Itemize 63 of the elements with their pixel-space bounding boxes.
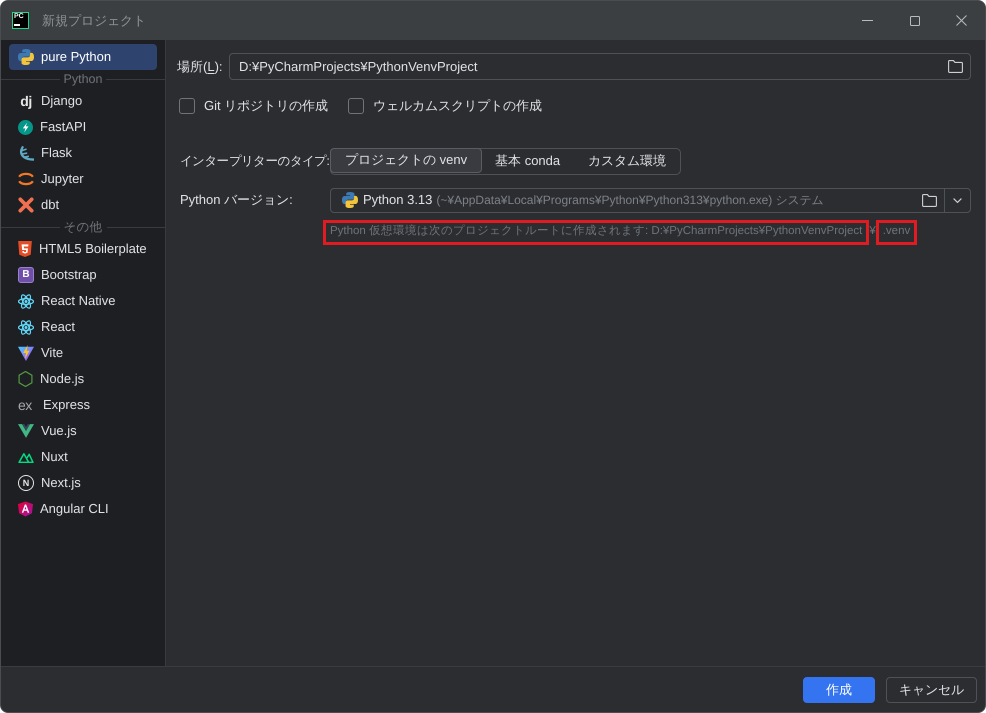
swoosh-icon — [18, 146, 34, 160]
letters-icon: dj — [18, 94, 34, 108]
checkbox-label: ウェルカムスクリプトの作成 — [373, 97, 542, 115]
checkbox[interactable] — [179, 98, 195, 114]
hexagon-icon — [18, 371, 33, 387]
checkbox[interactable] — [348, 98, 364, 114]
vee-icon — [18, 424, 34, 438]
highlighted-hint-text: Python 仮想環境は次のプロジェクトルートに作成されます: D:¥PyCharmProjects¥PythonVenvProject — [323, 220, 870, 244]
sidebar-item[interactable]: FastAPI — [9, 114, 157, 140]
bolt-triangle-icon — [18, 345, 34, 361]
minimize-icon — [862, 20, 873, 21]
sidebar-item[interactable]: React Native — [9, 288, 157, 314]
python-logo-icon — [18, 49, 34, 65]
section-header: その他 — [62, 220, 104, 234]
interpreter-type-label: インタープリターのタイプ: — [180, 152, 330, 170]
create-button[interactable]: 作成 — [803, 676, 875, 702]
highlighted-hint-text: .venv — [876, 220, 918, 244]
sidebar-item[interactable]: ex Express — [9, 392, 157, 418]
location-field[interactable]: D:¥PyCharmProjects¥PythonVenvProject — [229, 53, 971, 80]
shield-icon — [18, 241, 32, 257]
python-path-text: (~¥AppData¥Local¥Programs¥Python¥Python313¥python.exe) システム — [436, 192, 824, 209]
checkbox-label: Git リポジトリの作成 — [204, 97, 328, 115]
letters-icon: ex — [18, 398, 36, 412]
python-version-dropdown[interactable]: Python 3.13 (~¥AppData¥Local¥Programs¥Python¥Python313¥python.exe) システム — [330, 188, 971, 212]
atom-icon — [18, 294, 34, 308]
shield-icon — [18, 501, 33, 517]
sidebar-item[interactable]: React — [9, 314, 157, 340]
python-logo-icon — [342, 192, 358, 208]
atom-icon — [18, 320, 34, 334]
interpreter-type-tab[interactable]: プロジェクトの venv — [330, 148, 482, 172]
bolt-icon — [18, 120, 33, 134]
sidebar-item[interactable]: dj Django — [9, 88, 157, 114]
mountain-icon — [18, 451, 34, 463]
sidebar-item[interactable]: Vite — [9, 340, 157, 366]
arcs-icon — [18, 172, 34, 186]
cancel-button[interactable]: キャンセル — [886, 676, 977, 702]
sidebar-item[interactable]: Vue.js — [9, 418, 157, 444]
window-title: 新規プロジェクト — [42, 12, 146, 30]
python-version-text: Python 3.13 — [363, 191, 432, 210]
folder-icon[interactable] — [948, 60, 963, 73]
sidebar-item[interactable]: dbt — [9, 192, 157, 218]
section-header: Python — [62, 72, 104, 86]
sidebar-item[interactable]: Angular CLI — [9, 496, 157, 522]
cross-mark-icon — [18, 197, 34, 213]
folder-icon[interactable] — [922, 194, 937, 206]
interpreter-type-tab[interactable]: 基本 conda — [481, 148, 574, 174]
python-version-label: Python バージョン: — [180, 191, 294, 210]
circled-letter-icon: N — [18, 475, 34, 491]
sidebar-item[interactable]: Nuxt — [9, 444, 157, 470]
sidebar-item[interactable]: Node.js — [9, 366, 157, 392]
chevron-down-icon[interactable] — [953, 198, 962, 202]
sidebar-item[interactable]: pure Python — [9, 44, 157, 70]
location-label: 場所(L): — [177, 58, 224, 76]
sidebar-item[interactable]: N Next.js — [9, 470, 157, 496]
sidebar-item[interactable]: HTML5 Boilerplate — [9, 236, 157, 262]
maximize-icon — [910, 16, 920, 26]
sidebar-item[interactable]: B Bootstrap — [9, 262, 157, 288]
letter-tile-icon: B — [18, 267, 34, 283]
sidebar-item[interactable]: Jupyter — [9, 166, 157, 192]
close-icon — [956, 15, 967, 26]
interpreter-type-tab[interactable]: カスタム環境 — [574, 148, 680, 174]
hint-text: ¥ — [869, 224, 876, 240]
sidebar-item[interactable]: Flask — [9, 140, 157, 166]
